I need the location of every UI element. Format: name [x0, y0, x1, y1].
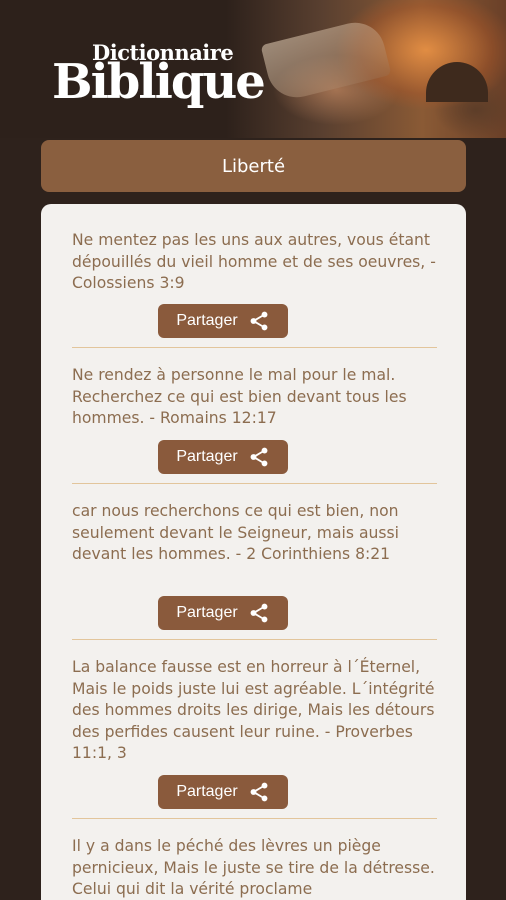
- share-button-label: Partager: [176, 448, 238, 465]
- verse-item: La balance fausse est en horreur à l´Éte…: [72, 657, 442, 765]
- logo-title: Biblique: [52, 54, 266, 110]
- header-hill-shape: [426, 62, 488, 102]
- header-book-shape: [260, 16, 392, 104]
- verse-item: Il y a dans le péché des lèvres un piège…: [72, 836, 442, 900]
- topic-title: Liberté: [221, 155, 286, 177]
- app-screen: Dictionnaire Biblique Liberté Ne mentez …: [0, 0, 506, 900]
- verse-divider: [72, 818, 437, 819]
- verse-list[interactable]: Ne mentez pas les uns aux autres, vous é…: [41, 204, 466, 900]
- share-button-label: Partager: [176, 312, 238, 329]
- verse-divider: [72, 347, 437, 348]
- topic-title-bar: Liberté: [41, 140, 466, 192]
- share-button[interactable]: Partager: [158, 596, 288, 630]
- share-icon: [250, 447, 268, 467]
- header-bible-image: [226, 0, 506, 138]
- verse-text: La balance fausse est en horreur à l´Éte…: [72, 658, 435, 762]
- share-button-label: Partager: [176, 604, 238, 621]
- share-icon: [250, 782, 268, 802]
- share-button[interactable]: Partager: [158, 775, 288, 809]
- verse-item: car nous recherchons ce qui est bien, no…: [72, 501, 442, 566]
- share-icon: [250, 603, 268, 623]
- verse-divider: [72, 483, 437, 484]
- share-icon: [250, 311, 268, 331]
- app-header: Dictionnaire Biblique: [0, 0, 506, 138]
- verse-item: Ne rendez à personne le mal pour le mal.…: [72, 365, 442, 430]
- verse-text: Ne rendez à personne le mal pour le mal.…: [72, 366, 407, 427]
- verse-text: car nous recherchons ce qui est bien, no…: [72, 502, 399, 563]
- share-button-label: Partager: [176, 783, 238, 800]
- share-button[interactable]: Partager: [158, 304, 288, 338]
- verse-text: Ne mentez pas les uns aux autres, vous é…: [72, 231, 436, 292]
- verse-item: Ne mentez pas les uns aux autres, vous é…: [72, 230, 442, 295]
- verse-divider: [72, 639, 437, 640]
- verse-text: Il y a dans le péché des lèvres un piège…: [72, 837, 435, 898]
- share-button[interactable]: Partager: [158, 440, 288, 474]
